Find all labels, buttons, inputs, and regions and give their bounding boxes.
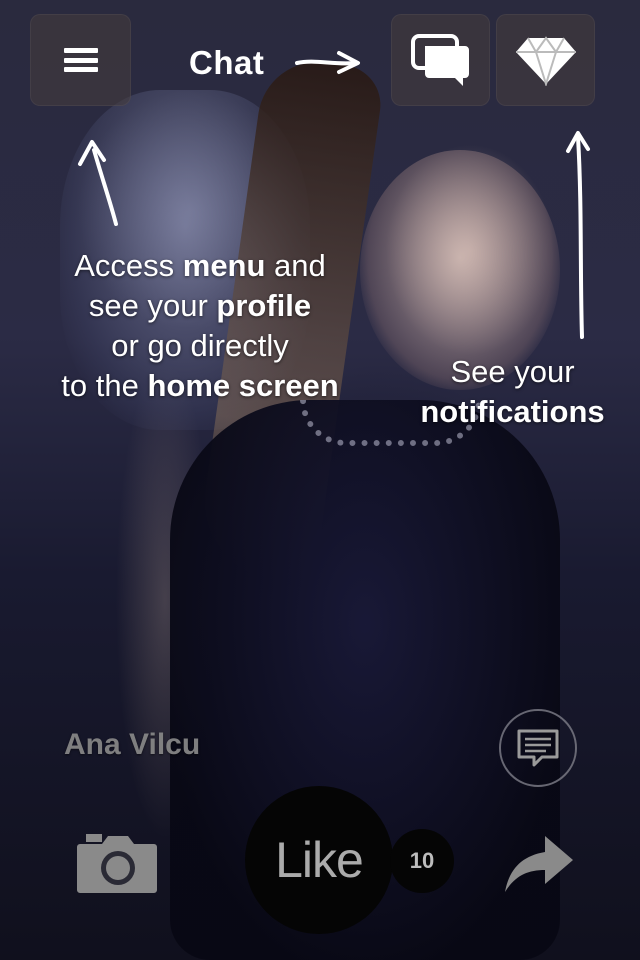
- menu-help-text-fragment: see your: [88, 288, 217, 323]
- like-label: Like: [275, 832, 364, 888]
- post-user-name[interactable]: Ana Vilcu: [64, 728, 200, 762]
- comment-icon: [517, 729, 559, 767]
- notifications-button[interactable]: [496, 14, 595, 106]
- chat-button[interactable]: [391, 14, 490, 106]
- like-count-badge: 10: [390, 829, 454, 893]
- chat-label: Chat: [189, 44, 265, 81]
- photo-screen: Chat Access menu and see your profile or…: [0, 0, 640, 960]
- menu-help-line-3: or go directly: [30, 326, 370, 366]
- notifications-help-line-2: notifications: [400, 392, 625, 432]
- camera-button[interactable]: [76, 832, 158, 894]
- menu-help-arrow-icon: [78, 140, 118, 226]
- menu-help-text-fragment: and: [265, 248, 326, 283]
- menu-help-line-1: Access menu and: [30, 246, 370, 286]
- menu-help-text-fragment: or go directly: [111, 328, 289, 363]
- like-button[interactable]: Like: [245, 786, 393, 934]
- share-button[interactable]: [503, 834, 575, 894]
- menu-button[interactable]: [30, 14, 131, 106]
- camera-icon: [77, 834, 157, 893]
- chat-arrow-icon: [295, 51, 360, 74]
- chat-bubbles-icon: [410, 34, 469, 86]
- menu-help-text: Access menu and see your profile or go d…: [30, 246, 370, 406]
- notifications-help-line-1: See your: [450, 354, 575, 389]
- notifications-help-arrow-icon: [566, 131, 590, 339]
- menu-help-text-fragment: Access: [74, 248, 183, 283]
- share-arrow-icon: [505, 836, 573, 892]
- menu-help-line-2: see your profile: [30, 286, 370, 326]
- menu-help-line-4: to the home screen: [30, 366, 370, 406]
- menu-help-bold-menu: menu: [182, 248, 266, 283]
- hamburger-menu-icon: [63, 48, 98, 72]
- diamond-icon: [515, 36, 576, 86]
- menu-help-bold-profile: profile: [216, 288, 312, 323]
- menu-help-bold-home-screen: home screen: [147, 368, 339, 403]
- notifications-help-bold: notifications: [420, 394, 605, 429]
- comment-button[interactable]: [499, 709, 577, 787]
- menu-help-text-fragment: to the: [61, 368, 148, 403]
- notifications-help-text: See your notifications: [400, 352, 625, 432]
